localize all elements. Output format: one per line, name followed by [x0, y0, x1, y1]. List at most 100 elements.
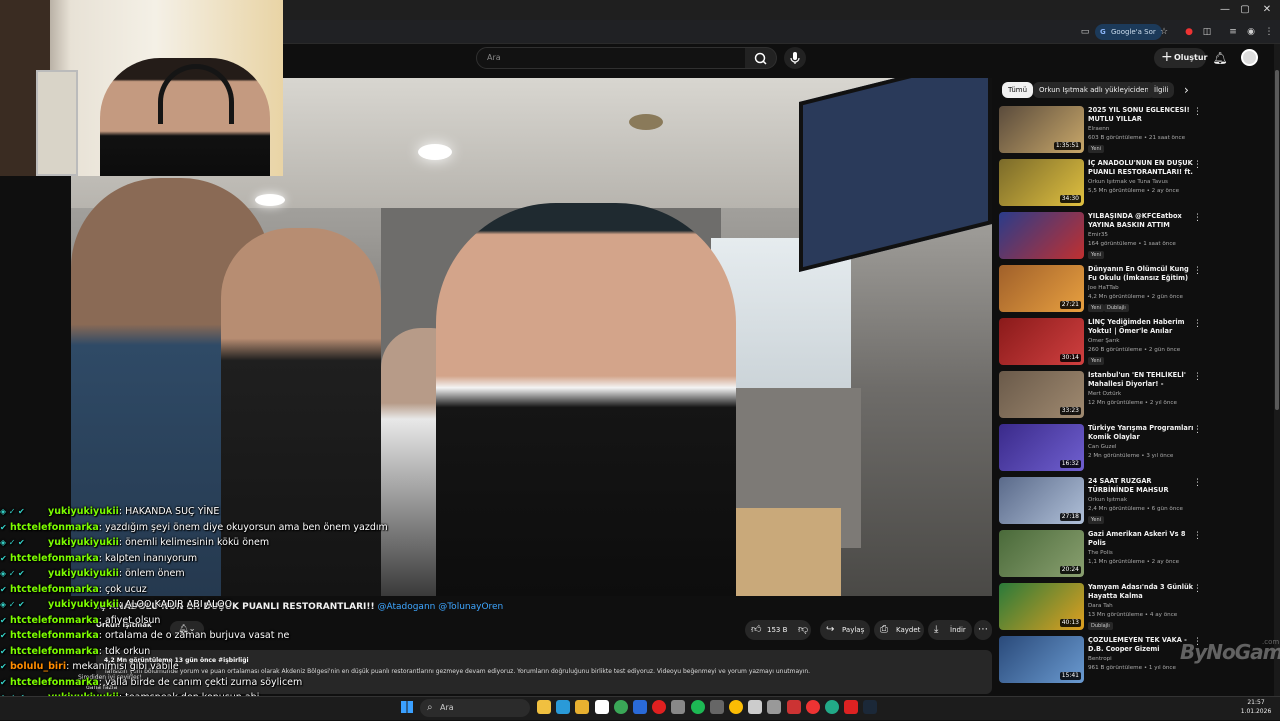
more-actions-button[interactable]: ⋯ — [974, 620, 992, 640]
puzzle-icon[interactable]: ◫ — [1200, 25, 1214, 39]
kebab-menu-icon[interactable]: ⋮ — [1193, 213, 1202, 223]
video-thumbnail[interactable]: 33:23 — [999, 371, 1084, 418]
kebab-menu-icon[interactable]: ⋮ — [1193, 425, 1202, 435]
kebab-menu-icon[interactable]: ⋮ — [1193, 478, 1202, 488]
video-title[interactable]: 2025 YIL SONU EĞLENCESİ! MUTLU YILLAR — [1088, 106, 1196, 124]
scrollbar-thumb[interactable] — [1275, 70, 1279, 410]
chrome-icon[interactable] — [614, 700, 628, 714]
store-icon[interactable] — [595, 700, 609, 714]
app-icon[interactable] — [710, 700, 724, 714]
video-thumbnail[interactable]: 27:21 — [999, 265, 1084, 312]
channel-name[interactable]: The Polis — [1088, 550, 1198, 556]
file-explorer-icon[interactable] — [537, 700, 551, 714]
chat-username[interactable]: htctelefonmarka — [10, 646, 99, 657]
video-thumbnail[interactable]: 27:18 — [999, 477, 1084, 524]
video-thumbnail[interactable] — [999, 212, 1084, 259]
dislike-button[interactable]: 👎︎ — [794, 620, 814, 640]
cast-icon[interactable]: ▭ — [1078, 25, 1092, 39]
recommended-video[interactable]: 30:14LİNÇ Yediğimden Haberim Yoktu! | Öm… — [999, 318, 1211, 368]
chat-username[interactable]: htctelefonmarka — [10, 615, 99, 626]
video-title[interactable]: Dünyanın En Ölümcül Kung Fu Okulu (İmkan… — [1088, 265, 1196, 283]
search-button[interactable] — [745, 47, 777, 69]
menu-lines-icon[interactable]: ≡ — [1226, 25, 1240, 39]
download-button[interactable]: ⤓İndir — [928, 620, 972, 640]
channel-name[interactable]: Mert Öztürk — [1088, 391, 1198, 397]
taskbar-search[interactable]: Ara — [420, 699, 530, 717]
minimize-icon[interactable]: — — [1218, 3, 1232, 17]
chat-username[interactable]: yukiyukiyukii — [48, 506, 119, 517]
chat-username[interactable]: yukiyukiyukii — [48, 568, 119, 579]
channel-name[interactable]: Orkun Işıtmak — [1088, 497, 1198, 503]
chevron-right-icon[interactable]: › — [1184, 82, 1189, 98]
mail-icon[interactable] — [633, 700, 647, 714]
save-button[interactable]: ⎙Kaydet — [874, 620, 924, 640]
recommended-video[interactable]: 33:23İstanbul'un 'EN TEHLİKELİ' Mahalles… — [999, 371, 1211, 421]
avatar[interactable] — [1241, 49, 1258, 66]
chrome-icon[interactable] — [729, 700, 743, 714]
kebab-menu-icon[interactable]: ⋮ — [1193, 584, 1202, 594]
kebab-menu-icon[interactable]: ⋮ — [1193, 531, 1202, 541]
spotify-icon[interactable] — [691, 700, 705, 714]
channel-name[interactable]: Ömer Şarık — [1088, 338, 1198, 344]
kebab-menu-icon[interactable]: ⋮ — [1262, 25, 1276, 39]
recommended-video[interactable]: YILBAŞINDA @KFCEatbox YAYINA BASKIN ATTI… — [999, 212, 1211, 262]
channel-name[interactable]: Orkun Işıtmak ve Tuna Tavus — [1088, 179, 1198, 185]
video-thumbnail[interactable]: 16:32 — [999, 424, 1084, 471]
chip-related[interactable]: İlgili — [1148, 82, 1174, 98]
taskbar-clock[interactable]: 21:57 1.01.2026 — [1234, 698, 1278, 716]
kebab-menu-icon[interactable]: ⋮ — [1193, 160, 1202, 170]
chat-username[interactable]: htctelefonmarka — [10, 553, 99, 564]
channel-name[interactable]: Joe HaTTab — [1088, 285, 1198, 291]
chat-username[interactable]: yukiyukiyukii — [48, 537, 119, 548]
extension-icon[interactable]: ● — [1182, 25, 1196, 39]
recommended-video[interactable]: 20:24Gazi Amerikan Askeri Vs 8 Polis The … — [999, 530, 1211, 580]
channel-name[interactable]: Can Guzel — [1088, 444, 1198, 450]
app-icon[interactable] — [671, 700, 685, 714]
chrome-icon[interactable] — [825, 700, 839, 714]
channel-name[interactable]: Elraenn — [1088, 126, 1198, 132]
kebab-menu-icon[interactable]: ⋮ — [1193, 372, 1202, 382]
chip-from-uploader[interactable]: Orkun Işıtmak adlı yükleyiciden — [1033, 82, 1155, 98]
recommended-video[interactable]: 27:1824 SAAT RÜZGAR TÜRBİNİNDE MAHSUR KA… — [999, 477, 1211, 527]
video-title[interactable]: Yamyam Adası'nda 3 Günlük Hayatta Kalma — [1088, 583, 1196, 601]
chat-username[interactable]: htctelefonmarka — [10, 677, 99, 688]
video-title[interactable]: Türkiye Yarışma Programları Komik Olayla… — [1088, 424, 1196, 442]
google-sor-button[interactable]: Google'a Sor — [1095, 24, 1162, 40]
maximize-icon[interactable]: ▢ — [1238, 3, 1252, 17]
video-title[interactable]: LİNÇ Yediğimden Haberim Yoktu! | Ömer'le… — [1088, 318, 1196, 336]
chat-username[interactable]: yukiyukiyukii — [48, 599, 119, 610]
bookmark-star-icon[interactable]: ☆ — [1157, 25, 1171, 39]
chat-username[interactable]: bolulu_biri — [10, 661, 66, 672]
windows-start-icon[interactable] — [401, 701, 413, 713]
chat-username[interactable]: htctelefonmarka — [10, 584, 99, 595]
app-icon[interactable] — [844, 700, 858, 714]
video-thumbnail[interactable]: 15:41 — [999, 636, 1084, 683]
video-title[interactable]: 24 SAAT RÜZGAR TÜRBİNİNDE MAHSUR KALMAK! — [1088, 477, 1196, 495]
edge-icon[interactable] — [556, 700, 570, 714]
video-title[interactable]: İstanbul'un 'EN TEHLİKELİ' Mahallesi Diy… — [1088, 371, 1196, 389]
video-thumbnail[interactable]: 20:24 — [999, 530, 1084, 577]
folder-icon[interactable] — [575, 700, 589, 714]
video-title[interactable]: Gazi Amerikan Askeri Vs 8 Polis — [1088, 530, 1196, 548]
channel-name[interactable]: Dara Tah — [1088, 603, 1198, 609]
recommended-video[interactable]: 27:21Dünyanın En Ölümcül Kung Fu Okulu (… — [999, 265, 1211, 315]
video-thumbnail[interactable]: 40:13 — [999, 583, 1084, 630]
video-title[interactable]: İÇ ANADOLU'NUN EN DÜŞÜK PUANLI RESTORANT… — [1088, 159, 1196, 177]
steam-icon[interactable] — [863, 700, 877, 714]
recommended-video[interactable]: 16:32Türkiye Yarışma Programları Komik O… — [999, 424, 1211, 474]
create-button[interactable]: Oluştur — [1154, 48, 1206, 68]
app-icon[interactable] — [787, 700, 801, 714]
notification-bell-icon[interactable]: 🔔︎ — [1212, 50, 1228, 66]
kebab-menu-icon[interactable]: ⋮ — [1193, 319, 1202, 329]
chrome-icon[interactable] — [806, 700, 820, 714]
kebab-menu-icon[interactable]: ⋮ — [1193, 107, 1202, 117]
close-icon[interactable]: ✕ — [1260, 3, 1274, 17]
chat-username[interactable]: htctelefonmarka — [10, 630, 99, 641]
notepad-icon[interactable] — [748, 700, 762, 714]
profile-icon[interactable]: ◉ — [1244, 25, 1258, 39]
app-icon[interactable] — [767, 700, 781, 714]
share-button[interactable]: ↪Paylaş — [820, 620, 870, 640]
video-thumbnail[interactable]: 30:14 — [999, 318, 1084, 365]
search-input[interactable]: Ara — [476, 47, 746, 69]
video-thumbnail[interactable]: 34:30 — [999, 159, 1084, 206]
